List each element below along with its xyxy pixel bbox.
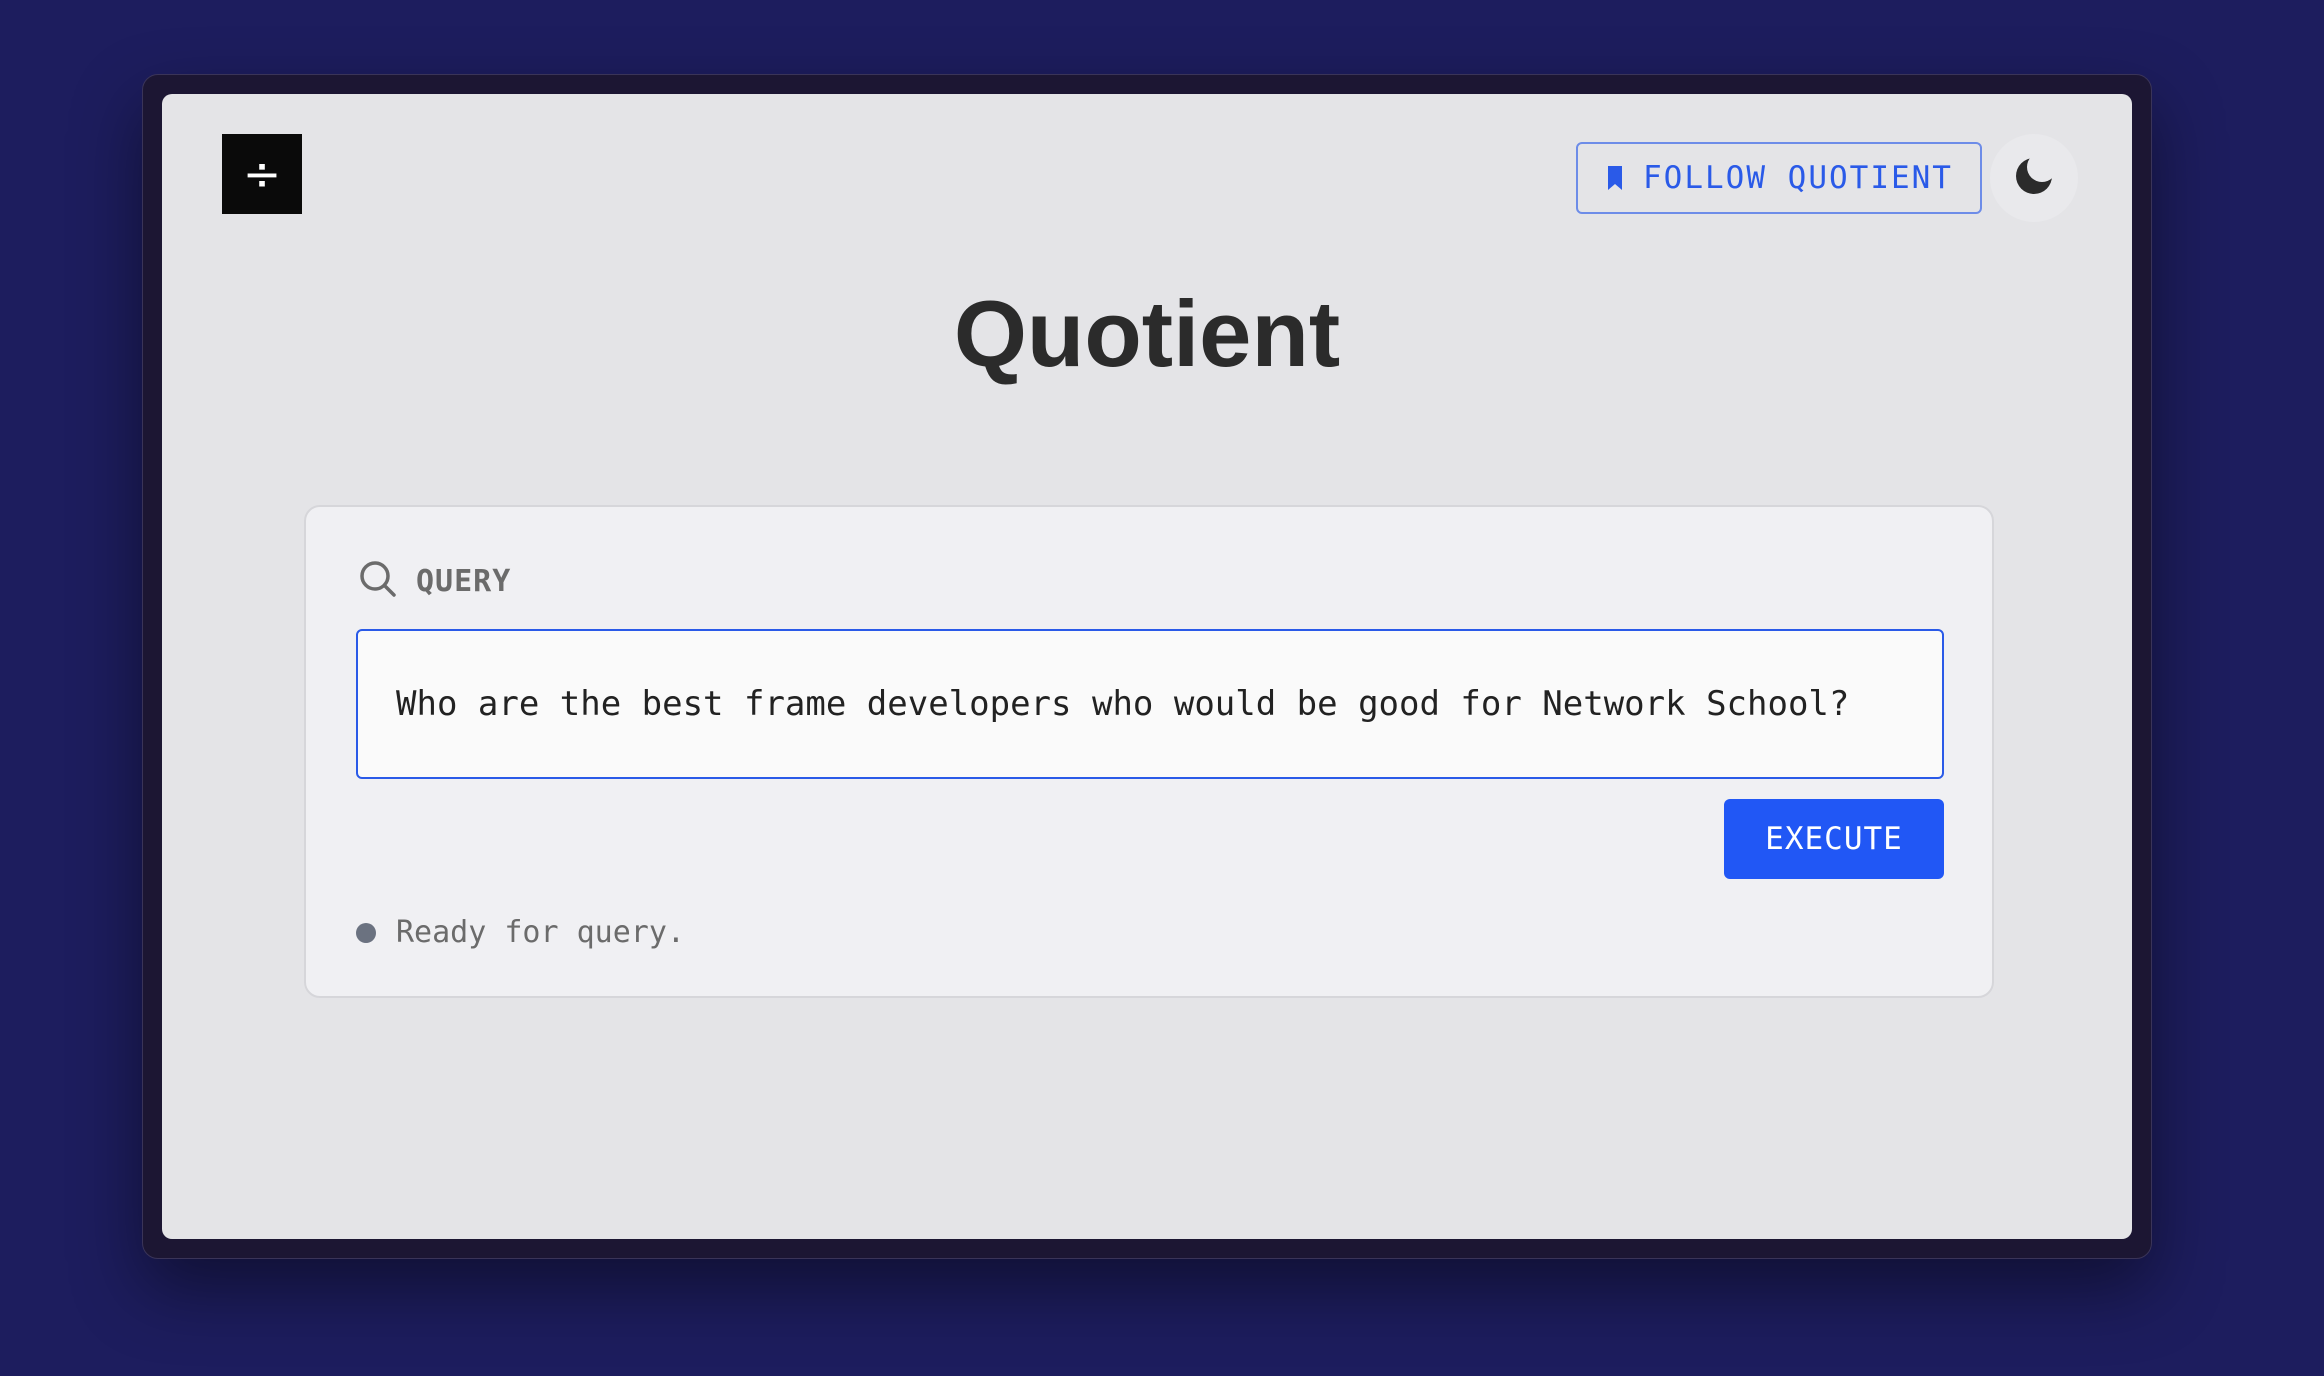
query-section-label: QUERY — [416, 564, 512, 599]
page-title: Quotient — [953, 281, 1341, 386]
status-indicator: Ready for query. — [356, 915, 685, 950]
app-screen: ÷ FOLLOW QUOTIENT Quotient QUERY Who are… — [162, 94, 2132, 1239]
moon-icon — [2012, 154, 2056, 203]
theme-toggle-button[interactable] — [1990, 134, 2078, 222]
follow-quotient-label: FOLLOW QUOTIENT — [1643, 160, 1953, 196]
divide-logo-glyph: ÷ — [242, 147, 282, 201]
query-card: QUERY EXECUTE Ready for query. — [304, 505, 1994, 998]
app-logo[interactable]: ÷ — [222, 134, 302, 214]
query-input[interactable] — [356, 629, 1944, 779]
bookmark-icon — [1605, 164, 1625, 192]
query-header: QUERY — [358, 559, 511, 604]
execute-button[interactable]: EXECUTE — [1724, 799, 1944, 879]
status-dot — [356, 922, 376, 943]
search-icon — [358, 559, 398, 604]
follow-quotient-button[interactable]: FOLLOW QUOTIENT — [1576, 142, 1982, 214]
status-text: Ready for query. — [396, 915, 685, 950]
